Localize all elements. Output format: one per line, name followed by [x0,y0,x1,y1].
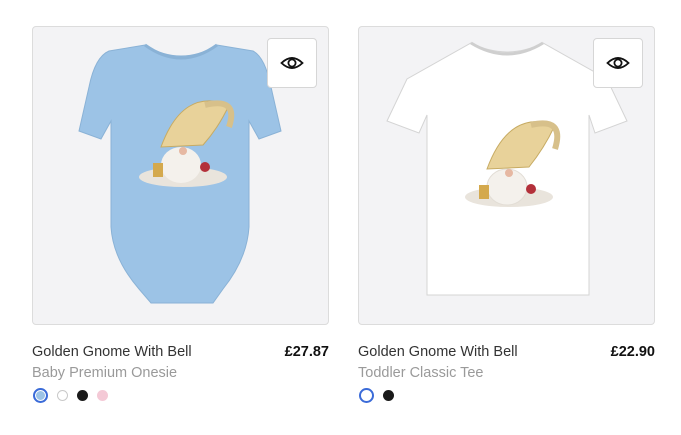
eye-icon [280,57,304,69]
swatch-light-blue[interactable] [33,388,48,403]
product-title[interactable]: Golden Gnome With Bell [32,344,192,360]
product-price: £27.87 [284,344,329,360]
swatch-pink[interactable] [97,390,108,401]
product-image[interactable] [358,26,655,325]
quick-view-button[interactable] [593,38,643,88]
product-card[interactable]: Golden Gnome With Bell £22.90 Toddler Cl… [358,26,655,403]
quick-view-button[interactable] [267,38,317,88]
eye-icon [606,57,630,69]
swatch-black[interactable] [383,390,394,401]
swatch-white[interactable] [57,390,68,401]
color-swatches [359,388,394,403]
color-swatches [33,388,108,403]
product-type: Toddler Classic Tee [358,365,484,381]
product-title[interactable]: Golden Gnome With Bell [358,344,518,360]
swatch-black[interactable] [77,390,88,401]
product-image[interactable] [32,26,329,325]
product-type: Baby Premium Onesie [32,365,178,381]
product-price: £22.90 [610,344,655,360]
swatch-white[interactable] [359,388,374,403]
product-card[interactable]: Golden Gnome With Bell £27.87 Baby Premi… [32,26,329,403]
